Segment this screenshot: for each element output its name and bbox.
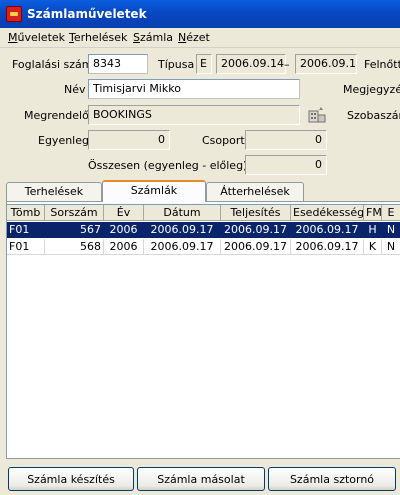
column-header[interactable]: Teljesítés (221, 205, 291, 221)
create-invoice-button[interactable]: Számla készítés (8, 467, 134, 491)
table-cell: K (364, 239, 382, 255)
table-cell: 2006.09.17 (221, 222, 291, 238)
type-field: E (196, 54, 212, 74)
table-cell: F01 (7, 222, 45, 238)
app-icon (6, 6, 22, 22)
menu-muveletek[interactable]: Műveletek (8, 31, 65, 44)
building-icon[interactable] (308, 107, 326, 123)
table-cell: N (382, 239, 400, 255)
table-cell: H (364, 222, 382, 238)
group-field: 0 (245, 130, 327, 150)
column-header[interactable]: Esedékesség (291, 205, 364, 221)
room-number-label: Szobaszám (347, 109, 400, 122)
booking-number-field[interactable]: 8343 (88, 54, 148, 74)
tab-szamlak[interactable]: Számlák (102, 180, 206, 202)
window-title: Számlaműveletek (27, 7, 147, 21)
customer-field: BOOKINGS (88, 105, 300, 125)
table-cell: 2006.09.17 (291, 222, 364, 238)
copy-invoice-button[interactable]: Számla másolat (137, 467, 265, 491)
name-label: Név (64, 83, 86, 96)
column-header[interactable]: Tömb (7, 205, 45, 221)
balance-label: Egyenleg (38, 134, 89, 147)
total-label: Összesen (egyenleg - előleg) (88, 159, 248, 172)
table-cell: 568 (45, 239, 104, 255)
menu-szamla[interactable]: Számla (133, 31, 173, 44)
tab-terhelesek[interactable]: Terhelések (6, 182, 102, 202)
table-cell: 567 (45, 222, 104, 238)
date-to-field: 2006.09.17 (295, 54, 357, 74)
date-separator: – (284, 58, 290, 71)
menu-bar: Műveletek Terhelések Számla Nézet (0, 28, 400, 48)
tab-atterhelesek[interactable]: Átterhelések (206, 182, 304, 202)
table-cell: 2006.09.17 (144, 239, 221, 255)
table-cell: 2006.09.17 (144, 222, 221, 238)
table-cell: F01 (7, 239, 45, 255)
column-header[interactable]: Év (104, 205, 144, 221)
table-cell: 2006.09.17 (291, 239, 364, 255)
table-row[interactable]: F01 567 2006 2006.09.17 2006.09.17 2006.… (7, 222, 400, 238)
invoice-table[interactable]: Tömb Sorszám Év Dátum Teljesítés Esedéke… (6, 204, 400, 456)
adults-label: Felnőtt (364, 58, 400, 71)
cancel-invoice-button[interactable]: Számla sztornó (268, 467, 396, 491)
customer-label: Megrendelő (24, 109, 89, 122)
column-header[interactable]: E (382, 205, 400, 221)
type-label: Típusa (158, 58, 195, 71)
booking-number-label: Foglalási szám (12, 58, 93, 71)
tab-bar: Terhelések Számlák Átterhelések (6, 180, 396, 202)
group-label: Csoport (202, 134, 245, 147)
menu-terhelesek[interactable]: Terhelések (69, 31, 127, 44)
date-from-field: 2006.09.14 (216, 54, 286, 74)
title-bar: Számlaműveletek (0, 0, 400, 28)
table-header: Tömb Sorszám Év Dátum Teljesítés Esedéke… (7, 205, 400, 221)
table-cell: 2006 (104, 222, 144, 238)
table-cell: N (382, 222, 400, 238)
column-header[interactable]: Sorszám (45, 205, 104, 221)
total-field: 0 (245, 155, 327, 175)
name-field[interactable]: Timisjarvi Mikko (88, 79, 300, 99)
table-row[interactable]: F01 568 2006 2006.09.17 2006.09.17 2006.… (7, 239, 400, 255)
table-cell: 2006 (104, 239, 144, 255)
menu-nezet[interactable]: Nézet (178, 31, 210, 44)
column-header[interactable]: Dátum (144, 205, 221, 221)
balance-field: 0 (88, 130, 170, 150)
note-label: Megjegyzés (343, 83, 400, 96)
table-cell: 2006.09.17 (221, 239, 291, 255)
column-header[interactable]: FM (364, 205, 382, 221)
